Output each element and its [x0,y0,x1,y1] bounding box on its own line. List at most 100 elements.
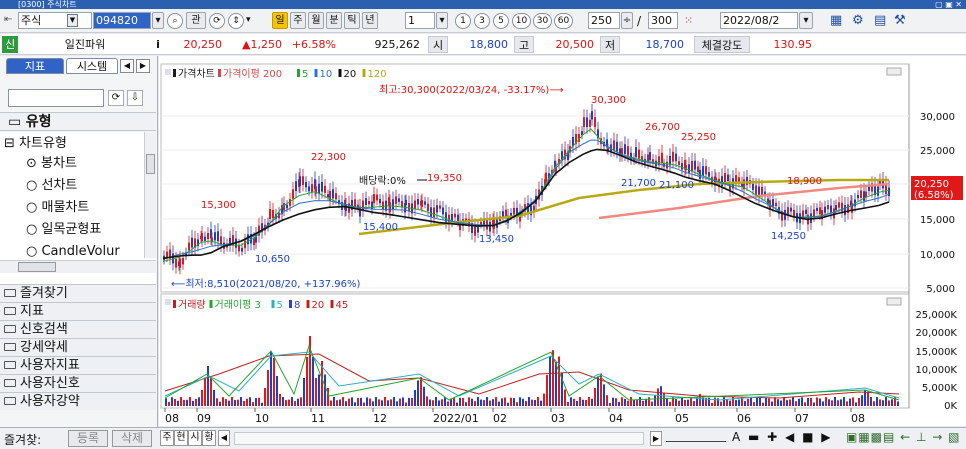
chart-type-candle[interactable]: ⊙ 봉차트 [0,154,150,173]
market-select[interactable]: 주식 ▼ [18,12,92,29]
search-icon[interactable]: ⌕ [167,13,183,29]
category-user-signals[interactable]: 사용자신호 [0,374,156,392]
category-signal-search[interactable]: 신호검색 [0,320,156,338]
candle-body [321,181,323,192]
candle-body [793,209,795,217]
interval-30-button[interactable]: 30 [533,13,552,29]
window-icon[interactable]: ▦ [830,13,842,28]
count-spinner[interactable]: ÷ [621,12,633,29]
candle-body [373,194,375,204]
stock-name: 일진파워 [64,38,106,51]
interval-3-button[interactable]: 3 [474,13,490,29]
volume-bar [507,402,509,406]
chevron-down-icon[interactable]: ▾ [246,15,251,25]
chart-type-volume-profile[interactable]: ○ 매물차트 [0,198,150,217]
bottom-tab-si[interactable]: 시 [188,430,202,446]
section-type[interactable]: ▭ 유형 [0,112,156,131]
stock-code-input[interactable]: 094820 [93,12,151,29]
price-legend-item: 10 [320,69,333,80]
save-icon[interactable]: ▤ [874,13,886,28]
candle-body [688,164,690,173]
interval-10-button[interactable]: 10 [512,13,531,29]
date-dropdown-button[interactable]: ▾ [799,12,813,29]
volume-axis-label: 0K [944,401,957,412]
tab-scroll-left-icon[interactable]: ◀ [218,430,230,446]
updown-icon[interactable]: ⇕ [228,13,244,29]
price-point-label: 25,250 [681,132,716,143]
interval-dropdown-button[interactable]: ▾ [436,12,448,29]
date-input[interactable]: 2022/08/2 [720,12,798,29]
bottom-tab-jong[interactable]: 주 [160,430,174,446]
download-icon[interactable]: ⇩ [127,90,143,106]
tools-icon[interactable]: ⚒ [894,13,906,28]
category-user-strength[interactable]: 사용자강약 [0,392,156,410]
zoom-slider[interactable] [666,436,726,442]
price-axis-label: 30,000 [920,112,955,123]
bottom-tab-hwang[interactable]: 황 [202,430,216,446]
count-input[interactable]: 250 [588,12,620,29]
refresh-icon[interactable]: ⟳ [108,90,124,106]
delete-button[interactable]: 삭제 [112,430,152,447]
interval-input[interactable]: 1 [405,12,435,29]
view-controls[interactable]: ▣▦▩▤ ← ⊥ → ▧ [846,430,961,444]
volume-bar [270,352,272,406]
volume-bar [804,402,806,406]
candle-body [724,172,726,183]
candle-body [694,160,696,170]
tree-vertical-scrollbar[interactable] [144,132,156,258]
gwan-button[interactable]: 관 [186,12,206,29]
interval-60-button[interactable]: 60 [554,13,573,29]
interval-1-button[interactable]: 1 [455,13,471,29]
period-week-button[interactable]: 주 [290,12,306,29]
volume-bar [522,398,524,406]
volume-bar [573,398,575,406]
candle-body [442,207,444,215]
period-minute-button[interactable]: 분 [326,12,342,29]
interval-5-button[interactable]: 5 [493,13,509,29]
chart-type-ichimoku[interactable]: ○ 일목균형표 [0,220,150,239]
scroll-right-icon[interactable]: ▶ [650,431,662,446]
volume-bar [405,402,407,406]
bottom-tab-hyeon[interactable]: 현 [174,430,188,446]
period-tick-button[interactable]: 틱 [344,12,360,29]
stock-chart[interactable]: 30,00025,00020,00015,00010,0005,00025,00… [159,56,966,426]
candle-body [772,199,774,207]
volume-bar [408,397,410,406]
tree-horizontal-scrollbar[interactable] [0,260,156,273]
volume-bar [453,397,455,406]
volume-bar [591,398,593,406]
indicator-search-input[interactable] [8,89,104,107]
code-dropdown-button[interactable]: ▾ [152,12,164,29]
tab-prev-icon[interactable]: ◀ [120,59,134,73]
volume-bar [396,401,398,406]
price-legend-item: 120 [368,69,387,80]
pin-icon[interactable]: ⇤ [4,14,12,25]
tree-chart-type[interactable]: ⊟ 차트유형 [0,134,150,153]
volume-bar [594,388,596,406]
category-strength[interactable]: 강세약세 [0,338,156,356]
tab-next-icon[interactable]: ▶ [136,59,150,73]
period-month-button[interactable]: 월 [308,12,324,29]
volume-bar [225,399,227,406]
chart-area[interactable]: 30,00025,00020,00015,00010,0005,00025,00… [159,56,966,426]
window-controls[interactable]: ▢ ▣ ✕ [935,0,962,9]
grid-icon[interactable]: ⁙ [684,14,693,27]
chart-scrollbar[interactable] [234,432,644,445]
sync-icon[interactable]: ⟳ [209,13,225,29]
settings-icon[interactable]: ⚙ [852,13,864,28]
tab-system[interactable]: 시스템 [66,58,118,74]
category-favorites[interactable]: 즐겨찾기 [0,284,156,302]
period-day-button[interactable]: 일 [272,12,288,29]
register-button[interactable]: 등록 [68,430,108,447]
price-legend-item: 20 [344,69,357,80]
chart-type-candlevolume[interactable]: ○ CandleVolur [0,242,140,261]
chart-type-line[interactable]: ○ 선차트 [0,176,150,195]
navigation-controls[interactable]: A ▬ ✚ ◀ ■ ▶ [732,430,832,444]
category-user-indicators[interactable]: 사용자지표 [0,356,156,374]
period-year-button[interactable]: 년 [362,12,378,29]
category-indicators[interactable]: 지표 [0,302,156,320]
volume-bar [501,398,503,406]
tab-indicator[interactable]: 지표 [6,58,64,74]
info-icon[interactable]: i [151,36,165,53]
chevron-down-icon[interactable]: ▼ [67,14,78,27]
